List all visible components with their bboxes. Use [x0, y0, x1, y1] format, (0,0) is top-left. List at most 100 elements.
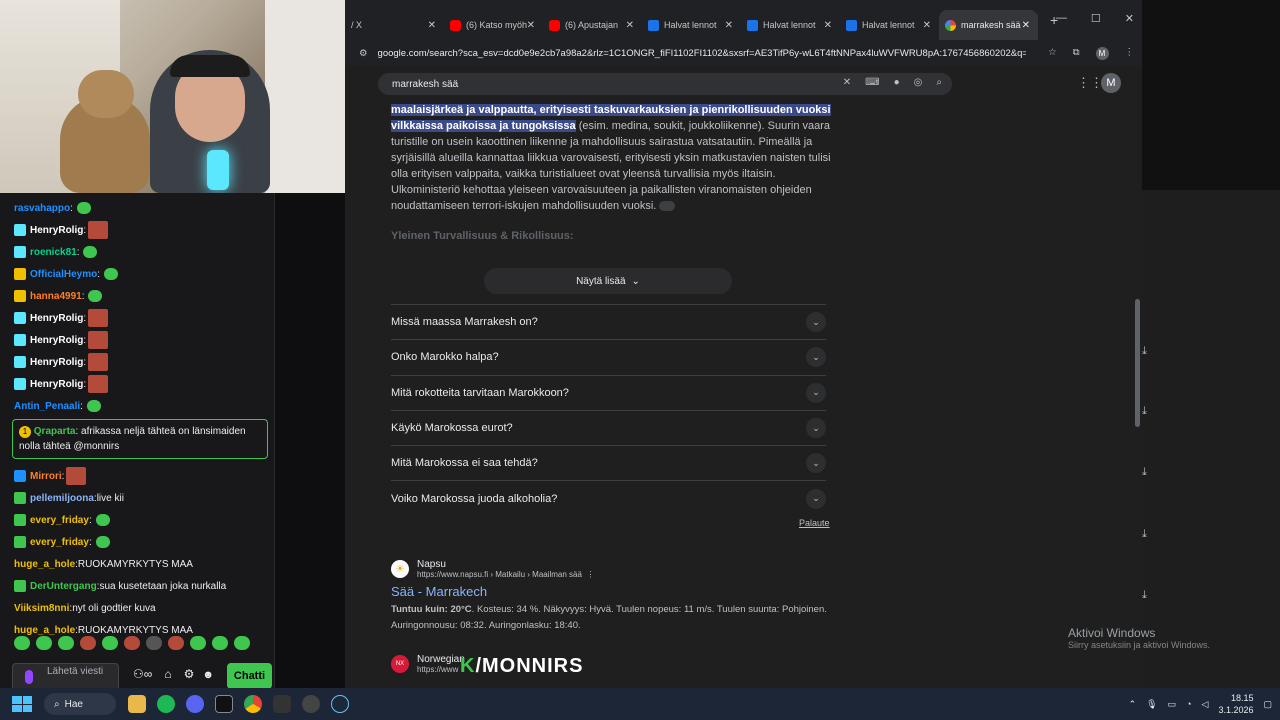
faq-question[interactable]: Onko Marokko halpa? ⌄ [391, 339, 826, 374]
chat-send-button[interactable]: Chatti [227, 663, 272, 689]
chat-username[interactable]: every_friday [30, 515, 89, 526]
people-also-ask: Missä maassa Marrakesh on? ⌄ Onko Marokko … [391, 304, 826, 516]
account-avatar[interactable]: M [1101, 73, 1121, 93]
tab-0[interactable]: / X ✕ [345, 10, 444, 40]
notion-icon[interactable] [273, 695, 291, 713]
user-badge-icon [14, 536, 26, 548]
chat-username[interactable]: pellemiljoona [30, 493, 94, 504]
chevron-down-icon[interactable]: ⌄ [806, 312, 826, 333]
extensions-icon[interactable]: ⧉ [1073, 47, 1080, 60]
tab-3[interactable]: Halvat lennot ✕ [642, 10, 741, 40]
tab-close-icon[interactable]: ✕ [626, 20, 634, 31]
chat-username[interactable]: HenryRolig [30, 225, 83, 236]
tab-close-icon[interactable]: ✕ [527, 20, 535, 31]
voice-search-icon[interactable]: ● [894, 77, 900, 88]
chat-username[interactable]: roenick81 [30, 247, 77, 258]
clock[interactable]: 18.15 3.1.2026 [1218, 692, 1253, 716]
x-app-icon[interactable] [215, 695, 233, 713]
chevron-down-icon[interactable]: ⌄ [806, 347, 826, 368]
tab-2[interactable]: (6) Apustajan ✕ [543, 10, 642, 40]
chrome-icon[interactable] [244, 695, 262, 713]
chat-username[interactable]: HenryRolig [30, 379, 83, 390]
tab-close-icon[interactable]: ✕ [725, 20, 733, 31]
spotify-icon[interactable] [157, 695, 175, 713]
chat-username[interactable]: hanna4991 [30, 291, 82, 302]
tab-close-icon[interactable]: ✕ [824, 20, 832, 31]
channel-points-icon[interactable]: ⚇∞ [133, 667, 152, 681]
taskbar-search-label: Hae [64, 698, 83, 710]
notification-icon[interactable]: ▢ [1263, 699, 1272, 710]
chevron-down-icon[interactable]: ⌄ [806, 453, 826, 474]
chat-username[interactable]: every_friday [30, 537, 89, 548]
emote-icon [88, 309, 109, 327]
tab-1[interactable]: (6) Katso myöh ✕ [444, 10, 543, 40]
show-more-button[interactable]: Näytä lisää ⌄ [484, 268, 732, 294]
faq-question[interactable]: Voiko Marokossa juoda alkoholia? ⌄ [391, 480, 826, 515]
chat-username[interactable]: DerUntergang [30, 581, 97, 592]
display-icon[interactable]: ▭ [1168, 699, 1177, 710]
chat-username[interactable]: huge_a_hole [14, 625, 75, 636]
chat-username[interactable]: huge_a_hole [14, 559, 75, 570]
tab-5[interactable]: Halvat lennot ✕ [840, 10, 939, 40]
search-input[interactable]: marrakesh sää ✕ ⌨ ● ◎ ⌕ [378, 73, 952, 95]
chevron-down-icon[interactable]: ⌄ [806, 418, 826, 439]
chat-username[interactable]: HenryRolig [30, 335, 83, 346]
obs-icon[interactable] [302, 695, 320, 713]
search-icon[interactable]: ⌕ [936, 77, 942, 88]
chat-username[interactable]: HenryRolig [30, 313, 83, 324]
keyboard-icon[interactable]: ⌨ [865, 77, 879, 88]
chat-username[interactable]: rasvahappo [14, 203, 70, 214]
faq-question[interactable]: Käykö Marokossa eurot? ⌄ [391, 409, 826, 445]
browser-menu-icon[interactable]: ⋮ [1125, 47, 1135, 60]
windows-start-icon[interactable] [12, 696, 32, 712]
faq-question[interactable]: Mitä Marokossa ei saa tehdä? ⌄ [391, 445, 826, 480]
tab-4[interactable]: Halvat lennot ✕ [741, 10, 840, 40]
search-actions: ✕ ⌨ ● ◎ ⌕ [843, 77, 942, 88]
profile-avatar[interactable]: M [1095, 46, 1109, 60]
feedback-link[interactable]: Palaute [799, 518, 830, 528]
chat-username[interactable]: HenryRolig [30, 357, 83, 368]
chat-username[interactable]: OfficialHeymo [30, 269, 97, 280]
result-source[interactable]: ☀ Napsu https://www.napsu.fi › Matkailu … [391, 559, 831, 579]
chevron-down-icon[interactable]: ⌄ [806, 382, 826, 403]
chevron-up-icon[interactable]: ⌃ [1129, 699, 1137, 710]
google-apps-icon[interactable]: ⋮⋮ [1077, 75, 1103, 91]
store-icon[interactable]: ⌂ [164, 667, 171, 681]
minimize-icon[interactable]: — [1056, 12, 1067, 25]
page-scrollbar[interactable] [1133, 66, 1142, 688]
address-bar[interactable]: ⚙ google.com/search?sca_esv=dcd0e9e2cb7a… [351, 40, 1142, 66]
watermark-k: K [460, 655, 476, 677]
teddy-bear-head [78, 70, 134, 118]
result-title-link[interactable]: Sää - Marrakech [391, 584, 831, 599]
chat-username[interactable]: Antin_Penaali [14, 401, 80, 412]
url-text[interactable]: google.com/search?sca_esv=dcd0e9e2cb7a98… [378, 48, 1027, 59]
site-info-icon[interactable]: ⚙ [359, 48, 368, 59]
steam-icon[interactable] [331, 695, 349, 713]
chevron-down-icon[interactable]: ⌄ [806, 488, 826, 509]
chat-input[interactable]: Lähetä viesti ☻ [12, 663, 214, 691]
emoji-icon[interactable]: ☻ [202, 670, 214, 681]
network-icon[interactable]: ◔ [1186, 699, 1191, 709]
source-link-icon[interactable] [659, 201, 676, 212]
tab-close-icon[interactable]: ✕ [428, 20, 436, 31]
tab-close-icon[interactable]: ✕ [1022, 20, 1030, 31]
faq-question[interactable]: Mitä rokotteita tarvitaan Marokkoon? ⌄ [391, 374, 826, 410]
volume-icon[interactable]: ◁ [1202, 699, 1209, 710]
lens-icon[interactable]: ◎ [914, 77, 923, 88]
chat-username[interactable]: Viiksim8nni [14, 603, 69, 614]
tab-6[interactable]: marrakesh sää ✕ [939, 10, 1038, 40]
discord-icon[interactable] [186, 695, 204, 713]
scrollbar-thumb[interactable] [1135, 299, 1140, 427]
bookmark-star-icon[interactable]: ☆ [1048, 47, 1057, 60]
file-explorer-icon[interactable] [128, 695, 146, 713]
close-window-icon[interactable]: ✕ [1125, 12, 1134, 25]
tab-close-icon[interactable]: ✕ [923, 20, 931, 31]
chat-username[interactable]: Mirrori [30, 471, 62, 482]
clear-icon[interactable]: ✕ [843, 77, 851, 88]
faq-question[interactable]: Missä maassa Marrakesh on? ⌄ [391, 304, 826, 339]
maximize-icon[interactable]: ☐ [1091, 12, 1101, 25]
search-result-2[interactable]: NX Norwegian https://www [391, 654, 465, 674]
settings-icon[interactable]: ⚙ [184, 667, 195, 681]
taskbar-search[interactable]: ⌕ Hae [44, 693, 116, 715]
microphone-icon[interactable]: 🎙 [1146, 699, 1157, 710]
